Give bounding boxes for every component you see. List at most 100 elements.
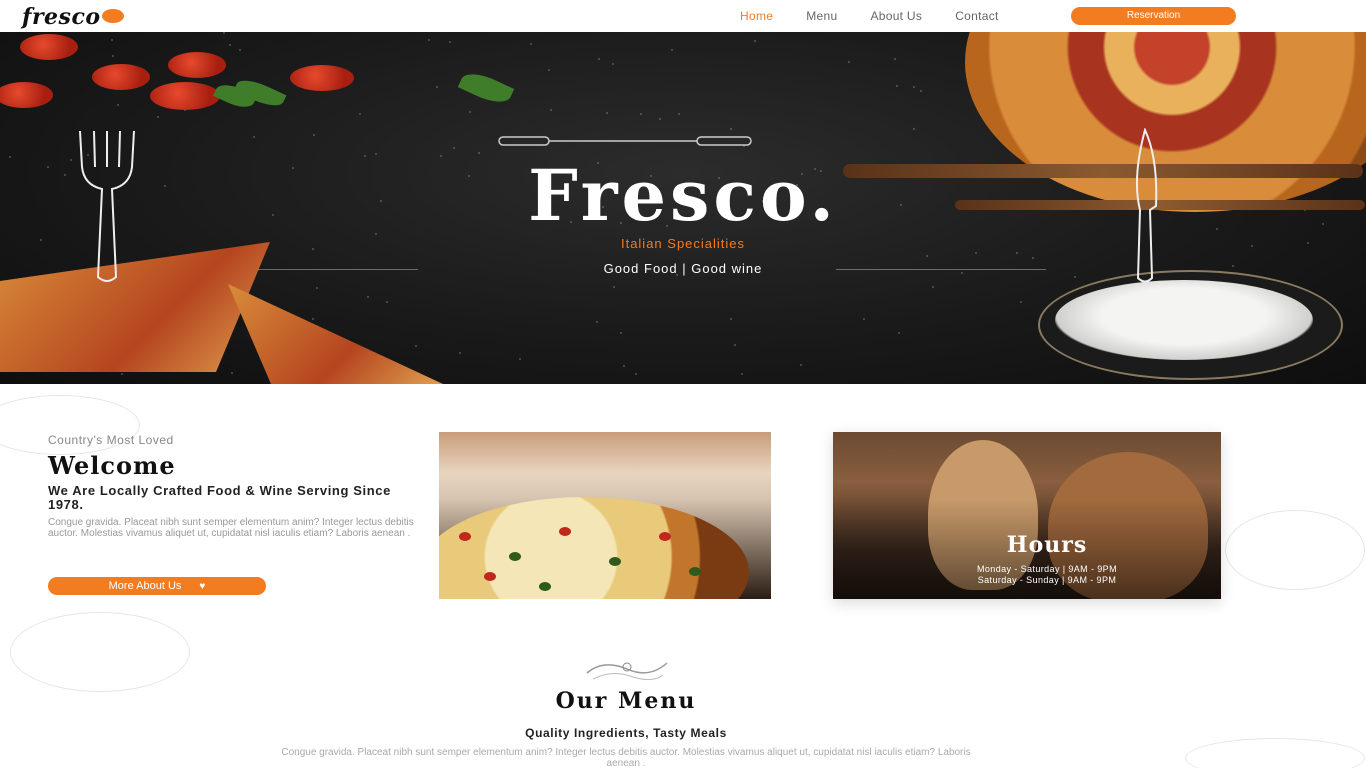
welcome-eyebrow: Country's Most Loved — [48, 433, 174, 447]
flour-speck — [598, 58, 600, 60]
topping — [689, 567, 701, 576]
flour-speck — [229, 44, 231, 46]
menu-title: Our Menu — [555, 688, 697, 714]
hero-subtitle: Italian Specialities — [620, 236, 746, 251]
logo-text: fresco — [22, 4, 101, 30]
welcome-heading: We Are Locally Crafted Food & Wine Servi… — [48, 483, 391, 512]
doodle-decoration — [10, 612, 190, 692]
flour-speck — [734, 344, 736, 346]
flour-speck — [896, 85, 898, 87]
flour-speck — [469, 111, 471, 113]
flour-speck — [239, 49, 241, 51]
flour-speck — [898, 332, 900, 334]
flour-speck — [313, 134, 315, 136]
flour-speck — [863, 318, 865, 320]
flour-speck — [730, 318, 732, 320]
tomato-image — [0, 82, 53, 108]
flour-speck — [367, 296, 369, 298]
nav-link-menu[interactable]: Menu — [806, 9, 837, 23]
flour-speck — [932, 286, 934, 288]
topping — [659, 532, 671, 541]
flour-speck — [754, 40, 756, 42]
flour-speck — [659, 118, 661, 120]
flour-speck — [894, 58, 896, 60]
basil-leaf-image — [457, 67, 515, 109]
topping — [509, 552, 521, 561]
flour-speck — [436, 86, 438, 88]
flour-speck — [620, 332, 622, 334]
flour-speck — [920, 90, 922, 92]
menu-description: Congue gravida. Placeat nibh sunt semper… — [281, 747, 971, 768]
flour-speck — [1016, 252, 1018, 254]
flour-speck — [613, 286, 615, 288]
nav-link-contact[interactable]: Contact — [955, 9, 998, 23]
hours-line-weekday: Monday - Saturday | 9AM - 9PM — [977, 564, 1117, 574]
flour-speck — [1032, 257, 1034, 259]
doodle-decoration — [1185, 738, 1365, 768]
pizza-slice-image — [228, 284, 443, 384]
flour-speck — [157, 116, 159, 118]
hero-title: Fresco. — [528, 154, 838, 237]
welcome-title: Welcome — [48, 451, 176, 480]
flour-speck — [640, 113, 642, 115]
pizza-photo — [439, 432, 771, 599]
flour-speck — [550, 109, 552, 111]
flour-speck — [975, 252, 977, 254]
flour-speck — [231, 372, 233, 374]
flour-speck — [678, 113, 680, 115]
logo-pizza-icon — [101, 9, 124, 23]
flour-speck — [671, 49, 673, 51]
flour-speck — [741, 373, 743, 375]
topping — [559, 527, 571, 536]
more-about-us-label: More About Us — [108, 580, 182, 592]
hours-title: Hours — [1006, 532, 1088, 558]
flour-speck — [316, 287, 318, 289]
topping — [459, 532, 471, 541]
flour-speck — [926, 255, 928, 257]
flour-speck — [312, 318, 314, 320]
flour-speck — [1074, 276, 1076, 278]
flour-speck — [453, 147, 455, 149]
flour-speck — [848, 61, 850, 63]
flour-speck — [800, 364, 802, 366]
topping — [484, 572, 496, 581]
flour-speck — [530, 43, 532, 45]
menu-subtitle: Quality Ingredients, Tasty Meals — [525, 726, 727, 740]
flour-speck — [428, 39, 430, 41]
flour-speck — [548, 69, 550, 71]
flour-speck — [606, 112, 608, 114]
tomato-image — [20, 34, 78, 60]
flour-speck — [121, 373, 123, 375]
menu-emblem-icon — [586, 662, 668, 681]
flour-speck — [913, 128, 915, 130]
nav-link-about[interactable]: About Us — [870, 9, 922, 23]
cutlery-divider-icon — [498, 136, 752, 146]
tomato-image — [150, 82, 220, 110]
flour-speck — [112, 55, 114, 57]
top-navbar: fresco Home Menu About Us Contact Reserv… — [0, 0, 1366, 32]
flour-speck — [730, 128, 732, 130]
nav-link-home[interactable]: Home — [740, 9, 773, 23]
flour-speck — [117, 104, 119, 106]
tomato-image — [168, 52, 226, 78]
hours-line-weekend: Saturday - Sunday | 9AM - 9PM — [977, 575, 1117, 585]
flour-speck — [359, 113, 361, 115]
hours-card: Hours Monday - Saturday | 9AM - 9PM Satu… — [833, 432, 1221, 599]
flour-image — [1055, 280, 1313, 360]
flour-speck — [415, 345, 417, 347]
topping — [539, 582, 551, 591]
flour-speck — [386, 301, 388, 303]
nav-menu: Home Menu About Us Contact — [740, 9, 999, 23]
tomato-image — [290, 65, 354, 91]
flour-speck — [111, 39, 113, 41]
pizza-image — [439, 497, 749, 599]
reservation-button[interactable]: Reservation — [1071, 7, 1236, 25]
flour-speck — [449, 41, 451, 43]
hero-tagline: Good Food | Good wine — [603, 261, 763, 276]
flour-speck — [519, 358, 521, 360]
hero-banner: Fresco. Italian Specialities Good Food |… — [0, 32, 1366, 384]
topping — [609, 557, 621, 566]
more-about-us-button[interactable]: More About Us ♥ — [48, 577, 266, 595]
site-logo[interactable]: fresco — [22, 4, 124, 30]
flour-speck — [253, 136, 255, 138]
